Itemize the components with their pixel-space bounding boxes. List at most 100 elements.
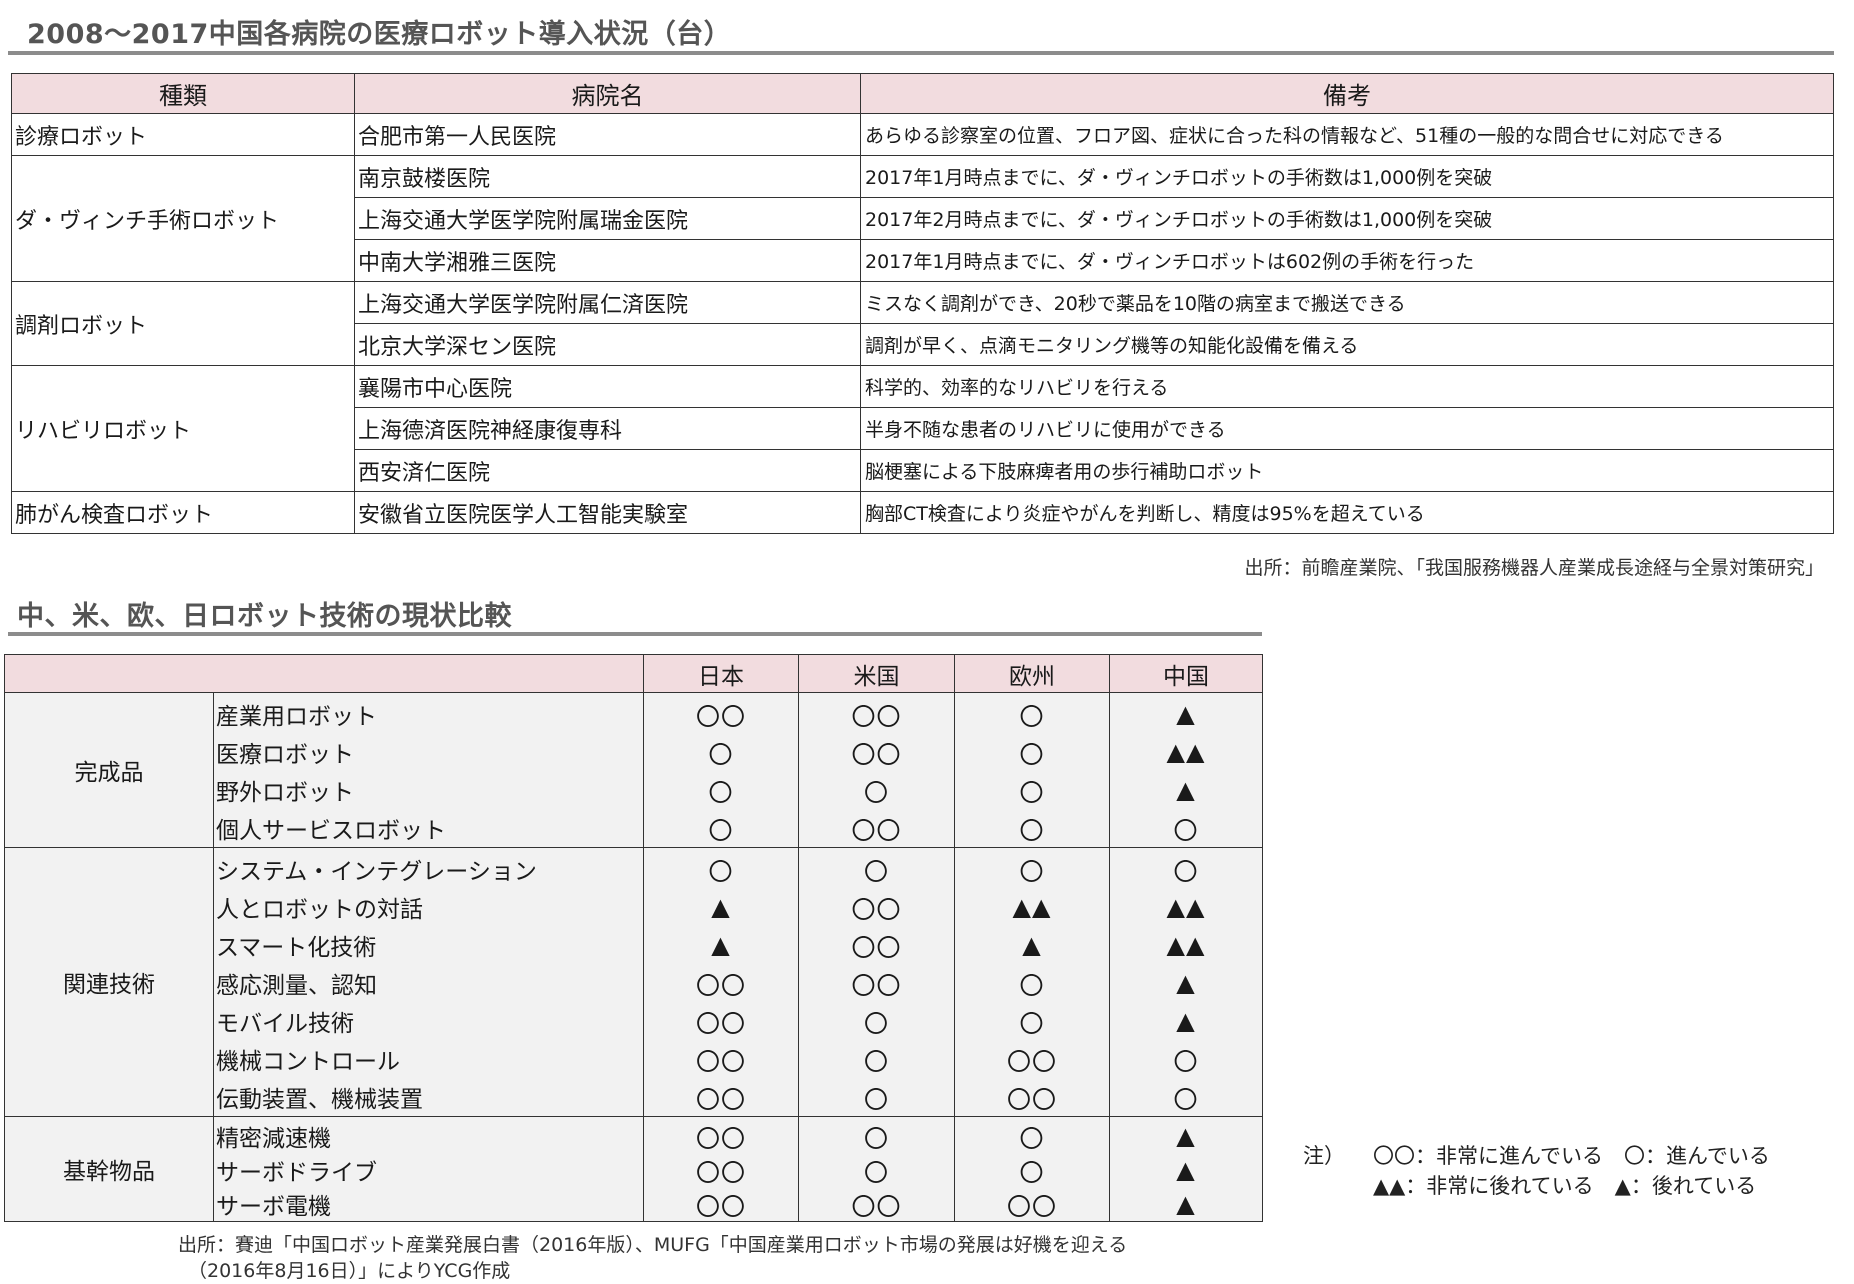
hospital-robot-table: 種類 病院名 備考 診療ロボット 合肥市第一人民医院 あらゆる診察室の位置、フロ…: [11, 73, 1834, 534]
rating-value: 〇: [864, 1047, 889, 1076]
rating-value: 〇: [1019, 857, 1045, 886]
note-cell: 2017年1月時点までに、ダ・ヴィンチロボットの手術数は1,000例を突破: [860, 155, 1834, 198]
rating-value: 〇: [1019, 740, 1045, 769]
hospital-cell: 上海德済医院神経康復専科: [354, 407, 861, 450]
rating-value: 〇: [708, 778, 734, 807]
hospital-cell: 西安済仁医院: [354, 449, 861, 492]
rating-column-2: 〇〇〇〇: [954, 1116, 1110, 1222]
section2-source-line2: （2016年8月16日）」によりYCG作成: [188, 1260, 511, 1282]
rating-value: 〇: [864, 1009, 889, 1038]
header-blank: [4, 654, 644, 693]
rating-value: ▲: [1176, 1190, 1196, 1218]
table-row: 肺がん検査ロボット 安徽省立医院医学人工智能実験室 胸部CT検査により炎症やがん…: [11, 491, 1834, 534]
section1-title: 2008～2017中国各病院の医療ロボット導入状況（台）: [27, 19, 732, 50]
legend-label: 注）: [1303, 1144, 1345, 1168]
item-label: 医療ロボット: [216, 742, 354, 768]
rating-value: 〇: [1019, 816, 1045, 845]
section2-title: 中、米、欧、日ロボット技術の現状比較: [17, 601, 512, 632]
item-label: モバイル技術: [216, 1011, 354, 1037]
hospital-cell: 上海交通大学医学院附属瑞金医院: [354, 197, 861, 240]
hospital-cell: 上海交通大学医学院附属仁済医院: [354, 281, 861, 324]
header-region-china: 中国: [1109, 654, 1263, 693]
rating-value: ▲▲: [1166, 893, 1206, 921]
header-region-usa: 米国: [798, 654, 955, 693]
category-group-label: 基幹物品: [4, 1116, 214, 1222]
rating-value: 〇〇: [851, 971, 902, 1000]
rating-column-1: 〇〇〇 〇〇 〇〇〇〇〇: [798, 847, 955, 1117]
header-type: 種類: [11, 73, 355, 114]
rating-value: ▲▲: [1166, 738, 1206, 766]
rating-value: 〇: [708, 857, 734, 886]
robot-type-cell: 調剤ロボット: [11, 281, 355, 366]
rating-value: 〇〇: [851, 895, 902, 924]
rating-value: 〇: [864, 778, 889, 807]
item-label: 感応測量、認知: [216, 973, 377, 999]
rating-value: 〇: [708, 740, 734, 769]
legend: 注） 〇〇：非常に進んでいる 〇：進んでいる ▲▲：非常に後れている ▲：後れて…: [1303, 1140, 1770, 1200]
hospital-cell: 中南大学湘雅三医院: [354, 239, 861, 282]
section1-title-rule: [8, 51, 1834, 55]
rating-value: 〇: [1019, 702, 1045, 731]
rating-value: 〇: [1019, 971, 1045, 1000]
item-list: 産業用ロボット 医療ロボット 野外ロボット 個人サービスロボット: [213, 692, 644, 848]
legend-line-behind: ▲▲：非常に後れている ▲：後れている: [1373, 1174, 1757, 1198]
section2-title-rule: [8, 632, 1262, 636]
note-cell: ミスなく調剤ができ、20秒で薬品を10階の病室まで搬送できる: [860, 281, 1834, 324]
rating-value: 〇〇: [851, 816, 902, 845]
rating-value: ▲▲: [1166, 931, 1206, 959]
header-region-japan: 日本: [643, 654, 799, 693]
item-label: 人とロボットの対話: [216, 897, 423, 923]
rating-column-0: 〇 ▲ ▲ 〇〇 〇〇 〇〇 〇〇: [643, 847, 799, 1117]
note-cell: あらゆる診察室の位置、フロア図、症状に合った科の情報など、51種の一般的な問合せ…: [860, 113, 1834, 156]
hospital-cell: 合肥市第一人民医院: [354, 113, 861, 156]
rating-value: 〇〇: [1007, 1047, 1057, 1076]
robot-type-cell: 肺がん検査ロボット: [11, 491, 355, 534]
section2-source-line1: 出所：賽迪「中国ロボット産業発展白書（2016年版）、MUFG「中国産業用ロボッ…: [178, 1234, 1128, 1256]
rating-value: 〇〇: [696, 1124, 746, 1153]
hospital-cell: 南京鼓楼医院: [354, 155, 861, 198]
item-label: サーボ電機: [216, 1194, 331, 1220]
rating-value: 〇〇: [851, 933, 902, 962]
robot-type-cell: リハビリロボット: [11, 365, 355, 492]
legend-line-advanced: 〇〇：非常に進んでいる 〇：進んでいる: [1373, 1144, 1770, 1168]
item-list: 精密減速機サーボドライブ サーボ電機: [213, 1116, 644, 1222]
rating-value: ▲: [1176, 1156, 1196, 1184]
header-region-europe: 欧州: [954, 654, 1110, 693]
category-group-label: 関連技術: [4, 847, 214, 1117]
rating-column-1: 〇〇〇〇: [798, 1116, 955, 1222]
item-label: サーボドライブ: [216, 1160, 377, 1186]
group-row: 関連技術 システム・インテグレーション 人とロボットの対話 スマート化技術 感応測量、認…: [4, 847, 1263, 1117]
note-cell: 2017年1月時点までに、ダ・ヴィンチロボットは602例の手術を行った: [860, 239, 1834, 282]
category-group-label: 完成品: [4, 692, 214, 848]
rating-value: 〇〇: [851, 1192, 902, 1221]
section1-source: 出所：前瞻産業院、「我国服務機器人産業成長途経与全景対策研究」: [1244, 557, 1824, 579]
rating-value: ▲: [711, 931, 731, 959]
rating-value: ▲: [1022, 931, 1042, 959]
rating-value: 〇: [1019, 1158, 1045, 1187]
rating-value: 〇: [1173, 1047, 1199, 1076]
note-cell: 2017年2月時点までに、ダ・ヴィンチロボットの手術数は1,000例を突破: [860, 197, 1834, 240]
item-list: システム・インテグレーション 人とロボットの対話 スマート化技術 感応測量、認知 モバイ…: [213, 847, 644, 1117]
rating-value: ▲: [1176, 776, 1196, 804]
rating-value: ▲: [1176, 1007, 1196, 1035]
table-row: リハビリロボット 襄陽市中心医院 科学的、効率的なリハビリを行える: [11, 365, 1834, 492]
rating-column-3: ▲ ▲▲ ▲ 〇: [1109, 692, 1263, 848]
rating-value: 〇〇: [696, 1085, 746, 1114]
hospital-cell: 北京大学深セン医院: [354, 323, 861, 366]
rating-value: ▲: [1176, 969, 1196, 997]
item-label: 精密減速機: [216, 1126, 331, 1152]
rating-value: 〇: [1173, 816, 1199, 845]
rating-value: 〇: [1173, 1085, 1199, 1114]
table-row: 調剤ロボット 上海交通大学医学院附属仁済医院 ミスなく調剤ができ、20秒で薬品を…: [11, 281, 1834, 366]
rating-value: 〇: [864, 1158, 889, 1187]
rating-value: 〇〇: [851, 702, 902, 731]
item-label: 産業用ロボット: [216, 704, 377, 730]
hospital-cell: 安徽省立医院医学人工智能実験室: [354, 491, 861, 534]
header-hospital: 病院名: [354, 73, 861, 114]
group-row: 基幹物品 精密減速機 サーボドライブ サーボ電機 〇〇 〇〇 〇〇〇〇〇〇〇〇〇〇 ▲ ▲ ▲: [4, 1116, 1263, 1222]
rating-value: 〇: [708, 816, 734, 845]
rating-column-3: ▲ ▲ ▲: [1109, 1116, 1263, 1222]
item-label: 機械コントロール: [216, 1049, 400, 1075]
item-label: 野外ロボット: [216, 780, 354, 806]
rating-value: 〇〇: [696, 702, 746, 731]
